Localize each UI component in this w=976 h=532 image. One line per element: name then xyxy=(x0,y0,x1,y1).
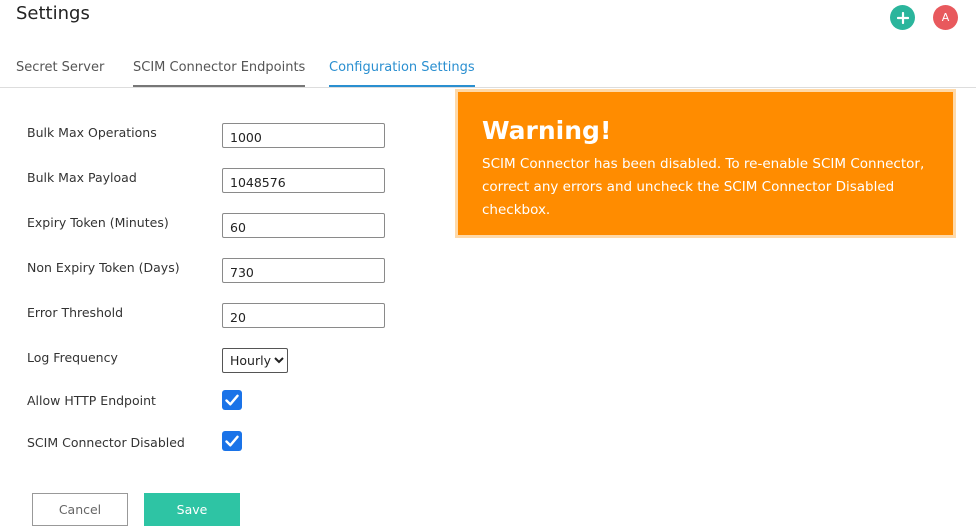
log-frequency-label: Log Frequency xyxy=(27,350,118,365)
scim-disabled-label: SCIM Connector Disabled xyxy=(27,435,185,450)
bulk-max-payload-label: Bulk Max Payload xyxy=(27,170,137,185)
tab-scim-connector-endpoints[interactable]: SCIM Connector Endpoints xyxy=(133,52,306,87)
tab-bar: Secret Server SCIM Connector Endpoints C… xyxy=(0,52,976,88)
warning-title: Warning! xyxy=(482,116,612,145)
checkmark-icon xyxy=(225,435,239,447)
page-title: Settings xyxy=(16,3,90,24)
checkmark-icon xyxy=(225,394,239,406)
non-expiry-token-input[interactable] xyxy=(222,258,385,283)
bulk-max-payload-input[interactable] xyxy=(222,168,385,193)
scim-disabled-checkbox[interactable] xyxy=(222,431,242,451)
bulk-max-operations-input[interactable] xyxy=(222,123,385,148)
bulk-max-operations-label: Bulk Max Operations xyxy=(27,125,157,140)
cancel-button[interactable]: Cancel xyxy=(32,493,128,526)
error-threshold-input[interactable] xyxy=(222,303,385,328)
expiry-token-input[interactable] xyxy=(222,213,385,238)
warning-banner: Warning! SCIM Connector has been disable… xyxy=(455,89,956,238)
warning-message: SCIM Connector has been disabled. To re-… xyxy=(482,156,925,218)
allow-http-label: Allow HTTP Endpoint xyxy=(27,393,156,408)
log-frequency-select[interactable]: Hourly xyxy=(222,348,288,373)
non-expiry-token-label: Non Expiry Token (Days) xyxy=(27,260,180,275)
error-threshold-label: Error Threshold xyxy=(27,305,124,320)
save-button[interactable]: Save xyxy=(144,493,240,526)
allow-http-checkbox[interactable] xyxy=(222,390,242,410)
tab-secret-server[interactable]: Secret Server xyxy=(16,52,104,88)
settings-page: Settings A Secret Server SCIM Connector … xyxy=(0,0,976,532)
plus-icon xyxy=(896,11,909,24)
header-actions: A xyxy=(890,5,958,30)
avatar[interactable]: A xyxy=(933,5,958,30)
expiry-token-label: Expiry Token (Minutes) xyxy=(27,215,169,230)
tab-configuration-settings[interactable]: Configuration Settings xyxy=(329,52,475,87)
add-button[interactable] xyxy=(890,5,915,30)
